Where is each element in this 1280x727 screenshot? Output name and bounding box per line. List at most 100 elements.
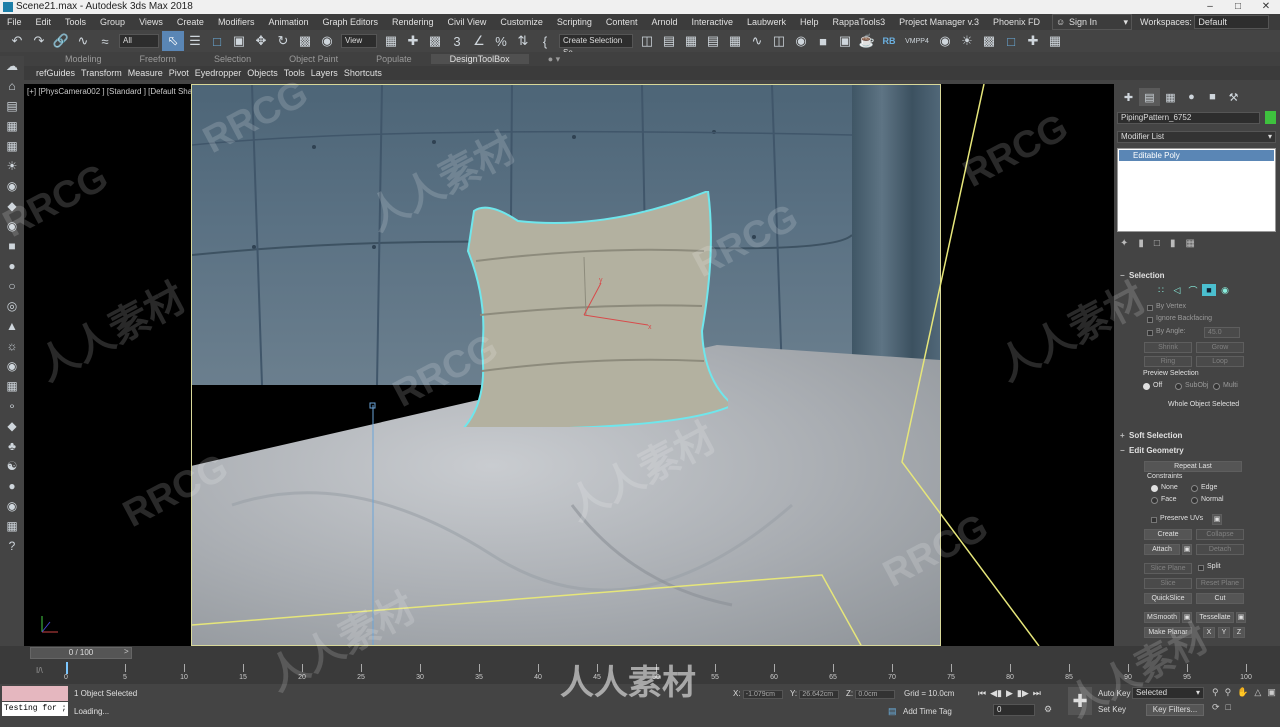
menu-rendering[interactable]: Rendering (385, 17, 441, 27)
render-setup-icon[interactable]: ■ (812, 31, 834, 51)
select-object-icon[interactable]: ⬁ (162, 31, 184, 51)
collapse-button[interactable]: Collapse (1196, 529, 1244, 540)
snaps-toggle-icon[interactable]: 3 (446, 31, 468, 51)
track-bar[interactable]: I/\ 0 5 10 15 20 25 30 35 40 45 50 55 60 65 70 75 80 85 90… (0, 660, 1280, 684)
constraint-none-radio[interactable] (1151, 485, 1158, 492)
select-manipulate-icon[interactable]: ✚ (402, 31, 424, 51)
sign-in-dropdown[interactable]: ☺ Sign In ▾ (1052, 14, 1132, 30)
rectangular-selection-icon[interactable]: □ (206, 31, 228, 51)
script-icon[interactable]: ▦ (0, 516, 24, 536)
toggle-ribbon-icon[interactable]: ▦ (724, 31, 746, 51)
script-tool-icon-5[interactable]: ▦ (1044, 31, 1066, 51)
script-tool-icon-4[interactable]: ✚ (1022, 31, 1044, 51)
menu-customize[interactable]: Customize (493, 17, 550, 27)
home-icon[interactable]: ⌂ (0, 76, 24, 96)
menu-views[interactable]: Views (132, 17, 170, 27)
particle-icon[interactable]: ∘ (0, 396, 24, 416)
field-of-view-icon[interactable]: △ (1254, 687, 1261, 698)
rb-script-button[interactable]: RB (878, 31, 900, 51)
preview-off-radio[interactable] (1143, 383, 1150, 390)
time-tag-icon[interactable]: ▤ (888, 706, 897, 717)
ribbon-tab-object-paint[interactable]: Object Paint (270, 54, 357, 64)
subtab-measure[interactable]: Measure (125, 68, 166, 78)
orbit-icon[interactable]: ⟳ (1212, 702, 1220, 713)
globe-icon[interactable]: ◉ (0, 496, 24, 516)
current-frame-field[interactable]: 0 (993, 704, 1035, 716)
attach-settings-icon[interactable]: ▣ (1182, 544, 1192, 555)
menu-group[interactable]: Group (93, 17, 132, 27)
vertex-mode-icon[interactable]: ∷ (1154, 284, 1168, 296)
subtab-shortcuts[interactable]: Shortcuts (341, 68, 385, 78)
planar-z-button[interactable]: Z (1233, 627, 1245, 638)
menu-laubwerk[interactable]: Laubwerk (740, 17, 793, 27)
grid-panel-icon[interactable]: ▦ (0, 136, 24, 156)
viewport-camera[interactable]: [+] [PhysCamera002 ] [Standard ] [Defaul… (24, 84, 1114, 646)
pillow-selected[interactable]: y x (458, 191, 728, 427)
menu-scripting[interactable]: Scripting (550, 17, 599, 27)
angle-snap-icon[interactable]: ∠ (468, 31, 490, 51)
subtab-refguides[interactable]: refGuides (33, 68, 78, 78)
tree-icon[interactable]: ♣ (0, 436, 24, 456)
maximize-button[interactable]: □ (1224, 0, 1252, 14)
key-mode-dropdown[interactable]: Selected ▾ (1132, 687, 1204, 699)
slider-next-icon[interactable]: > (124, 647, 129, 656)
spacewarp-icon[interactable]: ◉ (0, 216, 24, 236)
unlink-icon[interactable]: ∿ (72, 31, 94, 51)
msmooth-button[interactable]: MSmooth (1144, 612, 1180, 623)
detach-button[interactable]: Detach (1196, 544, 1244, 555)
next-frame-icon[interactable]: ▮▶ (1017, 688, 1029, 699)
stack-item-editable-poly[interactable]: Editable Poly (1119, 150, 1274, 161)
workspace-dropdown[interactable]: Default (1194, 15, 1270, 29)
quickslice-button[interactable]: QuickSlice (1144, 593, 1192, 604)
maxscript-listener-input[interactable]: Testing for ; (2, 702, 68, 716)
subtab-transform[interactable]: Transform (78, 68, 125, 78)
pin-stack-icon[interactable]: ✦ (1120, 238, 1128, 252)
pivot-center-icon[interactable]: ▦ (380, 31, 402, 51)
by-angle-checkbox[interactable] (1147, 330, 1153, 336)
split-checkbox[interactable] (1198, 565, 1204, 571)
display-tab-icon[interactable]: ■ (1202, 88, 1223, 106)
dynamics-icon[interactable]: ◆ (0, 416, 24, 436)
preview-subobj-radio[interactable] (1175, 383, 1182, 390)
scale-icon[interactable]: ▩ (294, 31, 316, 51)
maximize-viewport-icon[interactable]: □ (1226, 702, 1231, 713)
schematic-view-icon[interactable]: ◫ (768, 31, 790, 51)
go-to-end-icon[interactable]: ⏭ (1033, 688, 1041, 699)
curve-editor-icon[interactable]: ∿ (746, 31, 768, 51)
window-crossing-icon[interactable]: ▣ (228, 31, 250, 51)
menu-create[interactable]: Create (170, 17, 211, 27)
coord-y-field[interactable]: 26.642cm (799, 690, 840, 699)
pan-icon[interactable]: ✋ (1237, 687, 1248, 698)
remove-modifier-icon[interactable]: ▮ (1170, 238, 1176, 252)
named-selection-set-dropdown[interactable]: Create Selection Se (559, 34, 633, 57)
torus-icon[interactable]: ◎ (0, 296, 24, 316)
ribbon-tab-populate[interactable]: Populate (357, 54, 431, 64)
panel-icon[interactable]: ▦ (0, 116, 24, 136)
target-icon[interactable]: ◉ (0, 356, 24, 376)
subtab-eyedropper[interactable]: Eyedropper (192, 68, 245, 78)
auto-key-button[interactable]: Auto Key (1098, 689, 1130, 698)
motion-tab-icon[interactable]: ● (1181, 88, 1202, 106)
help-icon[interactable]: ? (0, 536, 24, 556)
border-mode-icon[interactable]: ⌒ (1186, 284, 1200, 296)
set-key-button[interactable]: Set Key (1098, 705, 1126, 714)
repeat-last-button[interactable]: Repeat Last (1144, 461, 1242, 472)
set-key-icon[interactable]: ✚ (1068, 687, 1092, 715)
menu-phoenix-fd[interactable]: Phoenix FD (986, 17, 1047, 27)
tessellate-button[interactable]: Tessellate (1196, 612, 1234, 623)
menu-edit[interactable]: Edit (29, 17, 59, 27)
helper-icon[interactable]: ◆ (0, 196, 24, 216)
menu-file[interactable]: File (0, 17, 29, 27)
soft-selection-rollout-header[interactable]: Soft Selection (1117, 430, 1276, 442)
menu-graph-editors[interactable]: Graph Editors (315, 17, 385, 27)
vmpp4-script-button[interactable]: VMPP4 (900, 31, 934, 51)
planar-x-button[interactable]: X (1203, 627, 1215, 638)
spinner-snap-icon[interactable]: ⇅ (512, 31, 534, 51)
zoom-icon[interactable]: ⚲ (1212, 687, 1219, 698)
align-icon[interactable]: ▤ (658, 31, 680, 51)
make-unique-icon[interactable]: □ (1154, 238, 1160, 252)
make-planar-button[interactable]: Make Planar (1144, 627, 1192, 638)
attach-button[interactable]: Attach (1144, 544, 1180, 555)
ignore-backfacing-checkbox[interactable] (1147, 317, 1153, 323)
menu-content[interactable]: Content (599, 17, 645, 27)
